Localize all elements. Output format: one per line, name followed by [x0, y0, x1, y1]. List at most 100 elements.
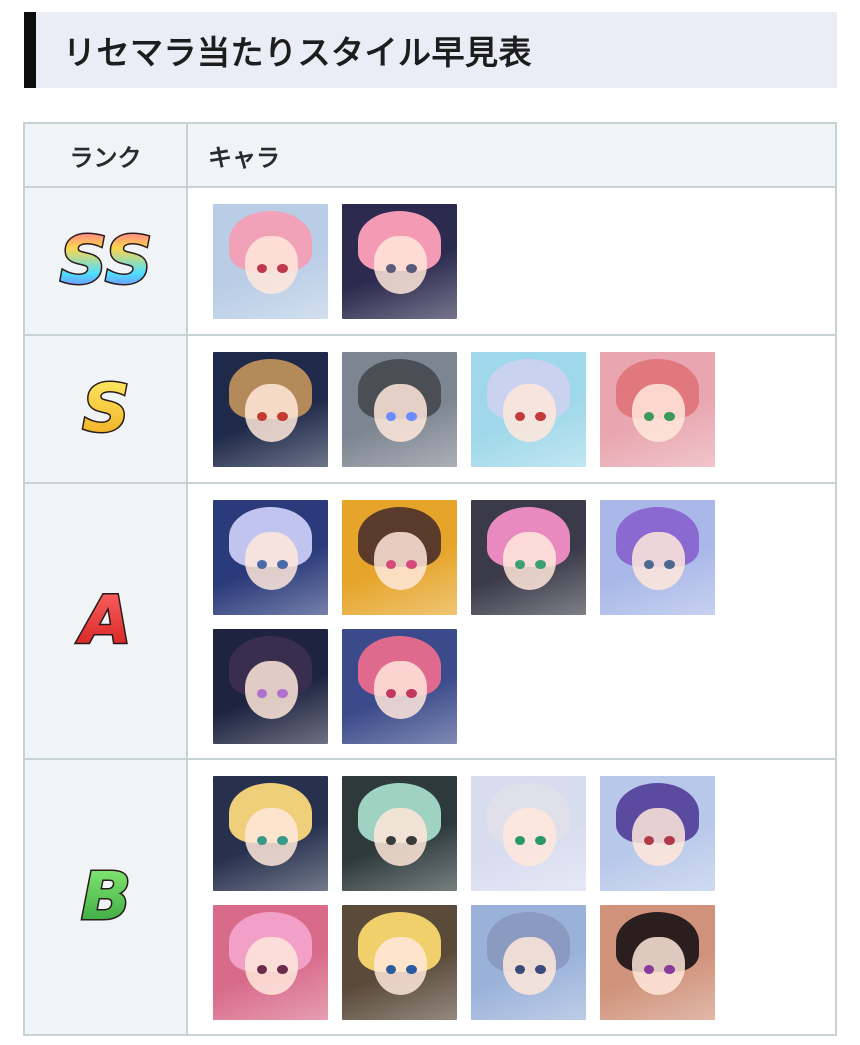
portrait-face: [503, 384, 557, 442]
table-header-row: ランク キャラ: [23, 122, 837, 188]
tier-row-a: A: [23, 482, 837, 760]
portrait-face: [245, 937, 299, 995]
portrait-eye: [256, 411, 268, 421]
portrait-eye: [277, 411, 288, 421]
portrait-eye: [385, 835, 397, 845]
character-portrait[interactable]: [471, 776, 586, 891]
section-heading: リセマラ当たりスタイル早見表: [24, 12, 837, 88]
character-portrait[interactable]: [213, 776, 328, 891]
character-portrait[interactable]: [342, 905, 457, 1020]
character-portrait[interactable]: [600, 500, 715, 615]
portrait-eye: [406, 263, 417, 273]
portrait-eye: [643, 964, 655, 974]
portrait-eye: [664, 411, 675, 421]
character-portrait[interactable]: [342, 776, 457, 891]
portrait-eye: [535, 835, 546, 845]
portrait-eye: [256, 559, 268, 569]
portrait-eye: [664, 964, 675, 974]
rank-label: B: [80, 858, 130, 935]
portrait-eye: [406, 411, 417, 421]
rank-cell: S: [23, 334, 188, 484]
character-portrait[interactable]: [600, 776, 715, 891]
portrait-face: [503, 808, 557, 866]
character-portrait[interactable]: [342, 352, 457, 467]
character-portrait[interactable]: [213, 905, 328, 1020]
character-portrait[interactable]: [600, 352, 715, 467]
portrait-eye: [406, 688, 417, 698]
portrait-eye: [277, 688, 288, 698]
portrait-face: [632, 532, 686, 590]
portrait-face: [374, 384, 428, 442]
portrait-eye: [514, 964, 526, 974]
portrait-eye: [277, 964, 288, 974]
character-portrait[interactable]: [213, 352, 328, 467]
portrait-eye: [514, 559, 526, 569]
tier-row-b: B: [23, 758, 837, 1036]
chara-cell: [186, 758, 837, 1036]
character-portrait[interactable]: [213, 204, 328, 319]
portrait-face: [374, 808, 428, 866]
b-rank-icon: B: [73, 853, 139, 937]
rank-column-header: ランク: [23, 122, 188, 188]
portrait-face: [245, 532, 299, 590]
character-portrait[interactable]: [213, 629, 328, 744]
portrait-eye: [277, 263, 288, 273]
portrait-eye: [256, 688, 268, 698]
character-portrait[interactable]: [600, 905, 715, 1020]
portrait-eye: [535, 964, 546, 974]
portrait-eye: [406, 559, 417, 569]
portrait-eye: [385, 964, 397, 974]
portrait-eye: [664, 559, 675, 569]
chara-column-header: キャラ: [186, 122, 837, 188]
portrait-eye: [406, 964, 417, 974]
portrait-grid: [213, 204, 733, 319]
chara-cell: [186, 482, 837, 760]
portrait-face: [503, 532, 557, 590]
rank-cell: SS: [23, 186, 188, 336]
tier-row-ss: SS: [23, 186, 837, 336]
portrait-eye: [385, 263, 397, 273]
portrait-eye: [643, 835, 655, 845]
portrait-eye: [664, 835, 675, 845]
portrait-face: [503, 937, 557, 995]
character-portrait[interactable]: [342, 629, 457, 744]
portrait-eye: [385, 411, 397, 421]
ss-rank-icon: SS: [56, 217, 156, 301]
portrait-eye: [643, 411, 655, 421]
character-portrait[interactable]: [471, 905, 586, 1020]
portrait-face: [245, 808, 299, 866]
portrait-face: [632, 937, 686, 995]
portrait-eye: [514, 835, 526, 845]
rank-label: SS: [59, 222, 152, 299]
s-rank-icon: S: [73, 365, 139, 449]
rank-cell: A: [23, 482, 188, 760]
character-portrait[interactable]: [471, 500, 586, 615]
portrait-eye: [643, 559, 655, 569]
portrait-eye: [535, 559, 546, 569]
rank-cell: B: [23, 758, 188, 1036]
portrait-grid: [213, 500, 733, 744]
character-portrait[interactable]: [471, 352, 586, 467]
character-portrait[interactable]: [342, 500, 457, 615]
portrait-face: [374, 661, 428, 719]
portrait-eye: [256, 964, 268, 974]
portrait-grid: [213, 352, 733, 467]
portrait-face: [245, 661, 299, 719]
portrait-eye: [256, 835, 268, 845]
a-rank-icon: A: [73, 577, 139, 661]
page-title: リセマラ当たりスタイル早見表: [63, 33, 532, 72]
character-portrait[interactable]: [342, 204, 457, 319]
rank-label: S: [82, 370, 130, 447]
portrait-face: [245, 384, 299, 442]
character-portrait[interactable]: [213, 500, 328, 615]
portrait-eye: [535, 411, 546, 421]
portrait-eye: [385, 688, 397, 698]
portrait-eye: [385, 559, 397, 569]
portrait-grid: [213, 776, 733, 1020]
chara-cell: [186, 186, 837, 336]
portrait-eye: [514, 411, 526, 421]
portrait-eye: [256, 263, 268, 273]
portrait-face: [374, 937, 428, 995]
portrait-face: [632, 384, 686, 442]
portrait-face: [374, 532, 428, 590]
